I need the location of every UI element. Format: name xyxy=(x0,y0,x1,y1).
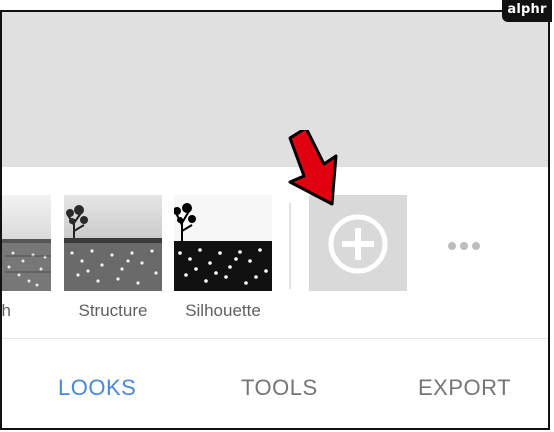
look-item-silhouette[interactable]: Silhouette xyxy=(174,195,272,321)
image-preview-area xyxy=(2,12,548,167)
more-horizontal-icon xyxy=(448,242,456,250)
tab-looks[interactable]: LOOKS xyxy=(58,375,136,401)
look-item-structure[interactable]: Structure xyxy=(64,195,162,321)
red-arrow-icon xyxy=(288,130,338,206)
more-options-button[interactable] xyxy=(448,237,488,250)
bottom-tab-bar: LOOKS TOOLS EXPORT xyxy=(2,339,548,428)
look-label: Structure xyxy=(78,301,148,320)
look-label: Silhouette xyxy=(185,301,261,320)
plus-circle-icon xyxy=(328,214,388,274)
look-thumbnail xyxy=(64,195,162,291)
alphr-logo: alphr xyxy=(502,0,552,22)
look-thumbnail xyxy=(2,195,51,291)
divider xyxy=(289,203,291,289)
tab-tools[interactable]: TOOLS xyxy=(241,375,318,401)
app-screen: sh xyxy=(0,10,550,430)
look-label: sh xyxy=(1,301,11,320)
looks-carousel: sh xyxy=(2,167,548,337)
look-thumbnail xyxy=(174,195,272,291)
look-item-partial[interactable]: sh xyxy=(1,195,51,321)
more-dot xyxy=(472,242,480,250)
tab-export[interactable]: EXPORT xyxy=(418,375,511,401)
more-dot xyxy=(460,242,468,250)
